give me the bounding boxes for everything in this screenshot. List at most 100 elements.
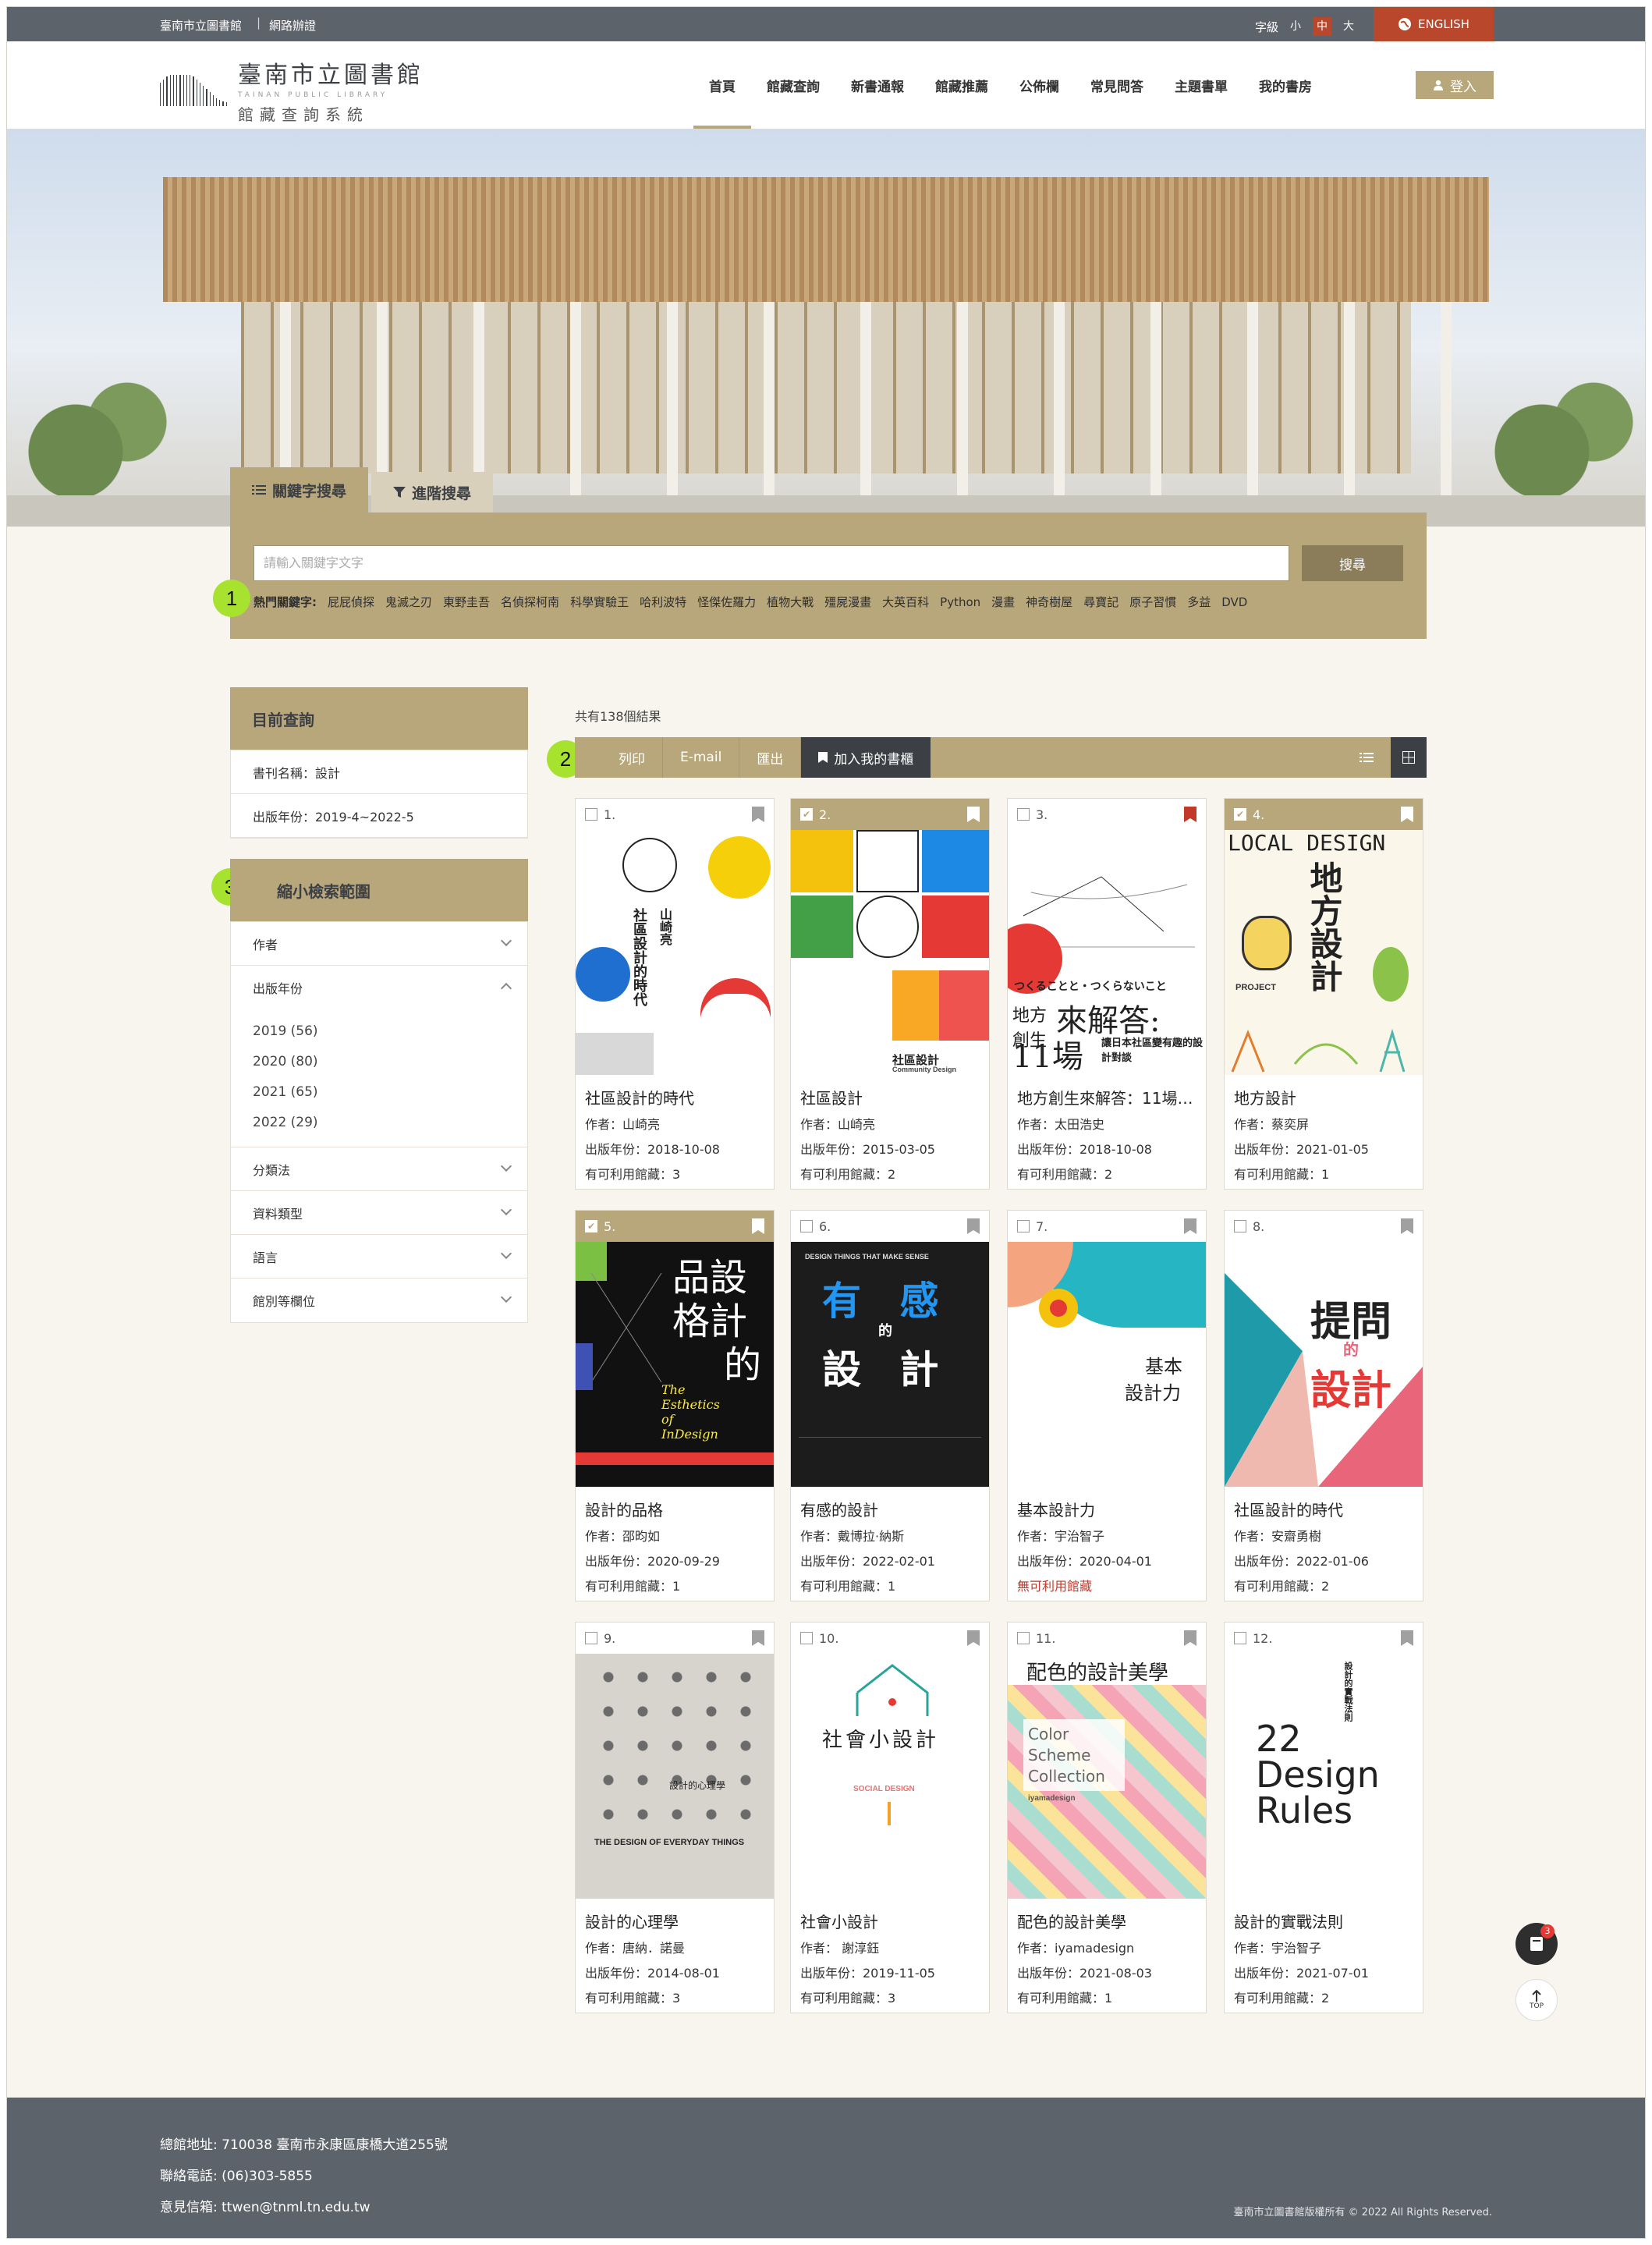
my-shelf-float-button[interactable]: 3 — [1516, 1923, 1558, 1965]
email-button[interactable]: E-mail — [663, 737, 740, 778]
nav-recommend[interactable]: 館藏推薦 — [920, 41, 1004, 129]
facet-branch[interactable]: 館別等欄位 — [231, 1279, 527, 1322]
book-cover[interactable]: 品設 格計 的 The Esthetics of InDesign — [576, 1242, 774, 1487]
font-size-small[interactable]: 小 — [1286, 17, 1305, 36]
hot-keyword[interactable]: 多益 — [1187, 594, 1211, 610]
book-cover[interactable]: 社區設計的時代 山崎亮 — [576, 830, 774, 1075]
book-title[interactable]: 社區設計的時代 — [585, 1086, 764, 1108]
bookmark-icon[interactable] — [1184, 807, 1196, 822]
login-button[interactable]: 登入 — [1416, 71, 1494, 99]
book-card[interactable]: 10. 社會小設計 SOCIAL DESIGN 社會小設計 作者： 謝淳鈺 出版… — [790, 1622, 990, 2013]
bookmark-icon[interactable] — [1401, 1630, 1413, 1646]
select-checkbox[interactable] — [1017, 1220, 1030, 1232]
hot-keyword[interactable]: 屁屁偵探 — [328, 594, 374, 610]
nav-catalog[interactable]: 館藏查詢 — [751, 41, 835, 129]
nav-new-books[interactable]: 新書通報 — [835, 41, 920, 129]
book-title[interactable]: 地方創生來解答：11場讓日本社區變有趣的設計對談 — [1017, 1086, 1196, 1108]
book-title[interactable]: 基本設計力 — [1017, 1498, 1196, 1520]
nav-faq[interactable]: 常見問答 — [1075, 41, 1159, 129]
book-cover[interactable]: DESIGN THINGS THAT MAKE SENSE 有 感 的 設 計 — [791, 1242, 989, 1487]
grid-view-button[interactable] — [1391, 737, 1427, 778]
export-button[interactable]: 匯出 — [739, 737, 802, 778]
book-card[interactable]: ✔ 4. LOCAL DESIGN 地方設計 PROJECT 地方設計 作者：蔡奕… — [1224, 798, 1423, 1190]
book-card[interactable]: 12. 設計的實戰法則 22 Design Rules 設計的實戰法則 作者：宇… — [1224, 1622, 1423, 2013]
book-cover[interactable]: 社區設計 Community Design — [791, 830, 989, 1075]
book-card[interactable]: 3. つくることと・つくらないこと 地方創生 來解答: 11場 讓日本社區變有趣… — [1007, 798, 1207, 1190]
bookmark-icon[interactable] — [967, 1630, 980, 1646]
bookmark-icon[interactable] — [1401, 807, 1413, 822]
select-checkbox[interactable] — [1017, 808, 1030, 821]
facet-classification[interactable]: 分類法 — [231, 1147, 527, 1191]
font-size-medium[interactable]: 中 — [1313, 17, 1332, 36]
book-cover[interactable]: 設計的實戰法則 22 Design Rules — [1225, 1654, 1423, 1899]
book-card[interactable]: 6. DESIGN THINGS THAT MAKE SENSE 有 感 的 設… — [790, 1210, 990, 1601]
select-checkbox[interactable] — [585, 808, 597, 821]
facet-language[interactable]: 語言 — [231, 1235, 527, 1279]
book-cover[interactable]: LOCAL DESIGN 地方設計 PROJECT — [1225, 830, 1423, 1075]
library-link[interactable]: 臺南市立圖書館 — [160, 17, 242, 34]
book-cover[interactable]: 基本 設計力 — [1008, 1242, 1206, 1487]
book-title[interactable]: 設計的實戰法則 — [1234, 1910, 1413, 1932]
bookmark-icon[interactable] — [1401, 1218, 1413, 1234]
hot-keyword[interactable]: 神奇樹屋 — [1026, 594, 1072, 610]
book-title[interactable]: 有感的設計 — [800, 1498, 980, 1520]
book-cover[interactable]: 設計的心理學 THE DESIGN OF EVERYDAY THINGS — [576, 1654, 774, 1899]
hot-keyword[interactable]: 怪傑佐羅力 — [697, 594, 756, 610]
facet-year-option[interactable]: 2020 (80) — [231, 1046, 527, 1076]
facet-year-option[interactable]: 2019 (56) — [231, 1016, 527, 1046]
hot-keyword[interactable]: Python — [940, 595, 980, 609]
facet-author[interactable]: 作者 — [231, 922, 527, 966]
bookmark-icon[interactable] — [1184, 1630, 1196, 1646]
book-cover[interactable]: 提問 的 設計 — [1225, 1242, 1423, 1487]
hot-keyword[interactable]: 鬼滅之刃 — [385, 594, 432, 610]
search-button[interactable]: 搜尋 — [1302, 545, 1403, 581]
facet-year-option[interactable]: 2022 (29) — [231, 1107, 527, 1137]
bookmark-icon[interactable] — [967, 1218, 980, 1234]
hot-keyword[interactable]: 尋寶記 — [1083, 594, 1118, 610]
hot-keyword[interactable]: 哈利波特 — [640, 594, 686, 610]
book-card[interactable]: 8. 提問 的 設計 社區設計的時代 作者：安齋勇樹 出版年份：2022-01-… — [1224, 1210, 1423, 1601]
book-card[interactable]: ✔ 2. 社區設計 Community Design 社區設計 作者：山崎亮 出版… — [790, 798, 990, 1190]
select-checkbox[interactable] — [585, 1632, 597, 1644]
select-checkbox[interactable] — [1234, 1632, 1246, 1644]
book-card[interactable]: 7. 基本 設計力 基本設計力 作者：宇治智子 出版年份：2020-04-01 … — [1007, 1210, 1207, 1601]
tab-advanced-search[interactable]: 進階搜尋 — [371, 472, 494, 512]
facet-year[interactable]: 出版年份 — [231, 966, 527, 1009]
hot-keyword[interactable]: DVD — [1221, 595, 1247, 609]
add-to-shelf-button[interactable]: 加入我的書櫃 — [801, 737, 931, 778]
select-checkbox[interactable]: ✔ — [1234, 808, 1246, 821]
tab-keyword-search[interactable]: 關鍵字搜尋 — [230, 467, 369, 512]
book-title[interactable]: 設計的品格 — [585, 1498, 764, 1520]
select-checkbox[interactable] — [1234, 1220, 1246, 1232]
book-cover[interactable]: 配色的設計美學 Color Scheme Collection iyamades… — [1008, 1654, 1206, 1899]
book-card[interactable]: 1. 社區設計的時代 山崎亮 社區設計的時代 作者：山崎亮 出版年份：2018-… — [575, 798, 775, 1190]
english-button[interactable]: ENGLISH — [1374, 7, 1494, 41]
select-checkbox[interactable]: ✔ — [585, 1220, 597, 1232]
online-card-link[interactable]: 網路辦證 — [269, 17, 316, 34]
bookmark-icon[interactable] — [752, 1218, 764, 1234]
hot-keyword[interactable]: 原子習慣 — [1129, 594, 1176, 610]
book-cover[interactable]: つくることと・つくらないこと 地方創生 來解答: 11場 讓日本社區變有趣的設計… — [1008, 830, 1206, 1075]
hot-keyword[interactable]: 科學實驗王 — [570, 594, 629, 610]
hot-keyword[interactable]: 漫畫 — [991, 594, 1015, 610]
list-view-button[interactable] — [1349, 737, 1384, 778]
hot-keyword[interactable]: 大英百科 — [882, 594, 929, 610]
nav-my-shelf[interactable]: 我的書房 — [1243, 41, 1328, 129]
select-checkbox[interactable] — [800, 1220, 813, 1232]
book-cover[interactable]: 社會小設計 SOCIAL DESIGN — [791, 1654, 989, 1899]
nav-booklists[interactable]: 主題書單 — [1159, 41, 1243, 129]
book-title[interactable]: 地方設計 — [1234, 1086, 1413, 1108]
select-checkbox[interactable] — [800, 1632, 813, 1644]
nav-bulletin[interactable]: 公佈欄 — [1004, 41, 1075, 129]
back-to-top-button[interactable]: TOP — [1516, 1979, 1558, 2021]
hot-keyword[interactable]: 植物大戰 — [767, 594, 814, 610]
footer-email[interactable]: 意見信箱: ttwen@tnml.tn.edu.tw — [160, 2196, 370, 2215]
bookmark-icon[interactable] — [752, 1630, 764, 1646]
print-button[interactable]: 列印 — [575, 737, 663, 778]
facet-material-type[interactable]: 資料類型 — [231, 1191, 527, 1235]
book-title[interactable]: 社區設計的時代 — [1234, 1498, 1413, 1520]
book-title[interactable]: 社區設計 — [800, 1086, 980, 1108]
bookmark-icon[interactable] — [752, 807, 764, 822]
bookmark-icon[interactable] — [1184, 1218, 1196, 1234]
hot-keyword[interactable]: 殭屍漫畫 — [824, 594, 871, 610]
